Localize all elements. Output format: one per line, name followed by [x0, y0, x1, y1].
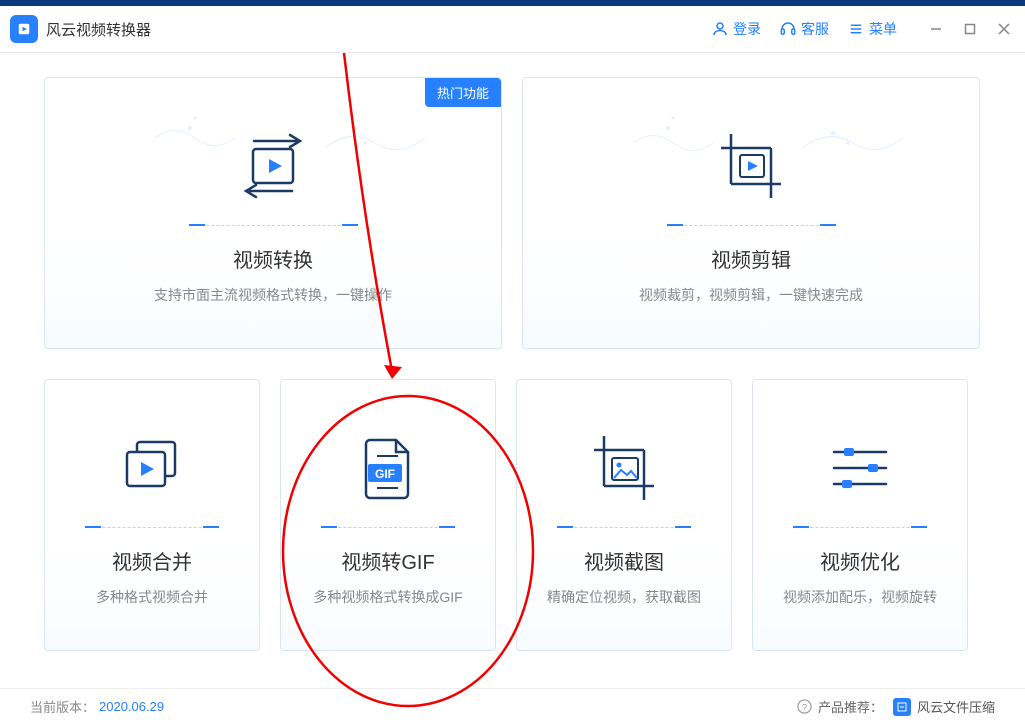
login-label: 登录 — [733, 19, 761, 39]
service-button[interactable]: 客服 — [779, 19, 829, 39]
screenshot-icon — [588, 423, 660, 513]
user-icon — [711, 20, 729, 38]
app-title: 风云视频转换器 — [46, 19, 151, 40]
optimize-icon — [828, 423, 892, 513]
card-video-gif[interactable]: GIF 视频转GIF 多种视频格式转换成GIF — [280, 379, 496, 651]
maximize-icon — [964, 23, 976, 35]
minimize-button[interactable] — [925, 18, 947, 40]
gif-icon: GIF — [360, 423, 416, 513]
menu-button[interactable]: 菜单 — [847, 19, 897, 39]
close-icon — [998, 23, 1010, 35]
recommend-app-name[interactable]: 风云文件压缩 — [917, 697, 995, 716]
card-divider — [669, 225, 834, 226]
card-desc: 多种格式视频合并 — [96, 587, 208, 607]
convert-icon — [242, 121, 304, 211]
footer-right: ? 产品推荐： 风云文件压缩 — [797, 697, 995, 716]
service-label: 客服 — [801, 19, 829, 39]
menu-icon — [847, 20, 865, 38]
card-video-merge[interactable]: 视频合并 多种格式视频合并 — [44, 379, 260, 651]
card-divider — [323, 527, 453, 528]
card-title: 视频转GIF — [341, 546, 434, 575]
maximize-button[interactable] — [959, 18, 981, 40]
minimize-icon — [930, 23, 942, 35]
recommend-app-icon — [893, 698, 911, 716]
svg-text:?: ? — [802, 702, 807, 712]
info-icon: ? — [797, 699, 812, 714]
app-logo-icon — [10, 15, 38, 43]
card-video-optimize[interactable]: 视频优化 视频添加配乐，视频旋转 — [752, 379, 968, 651]
card-desc: 视频添加配乐，视频旋转 — [783, 587, 937, 607]
login-button[interactable]: 登录 — [711, 19, 761, 39]
content-area: 热门功能 视频转换 支持市面主流视频格式转换，一键操作 — [0, 53, 1025, 690]
version-value: 2020.06.29 — [99, 699, 164, 714]
card-divider — [795, 527, 925, 528]
card-row-2: 视频合并 多种格式视频合并 GIF 视频转GIF 多种视频格式转换成GIF — [44, 379, 981, 651]
hot-badge: 热门功能 — [425, 78, 501, 107]
menu-label: 菜单 — [869, 19, 897, 39]
svg-text:GIF: GIF — [375, 467, 395, 481]
card-desc: 支持市面主流视频格式转换，一键操作 — [154, 285, 392, 305]
card-divider — [87, 527, 217, 528]
card-desc: 精确定位视频，获取截图 — [547, 587, 701, 607]
card-title: 视频转换 — [233, 244, 313, 273]
headset-icon — [779, 20, 797, 38]
version-label: 当前版本： — [30, 697, 95, 716]
card-row-1: 热门功能 视频转换 支持市面主流视频格式转换，一键操作 — [44, 77, 981, 349]
card-video-edit[interactable]: 视频剪辑 视频裁剪，视频剪辑，一键快速完成 — [522, 77, 980, 349]
titlebar: 风云视频转换器 登录 客服 菜单 — [0, 6, 1025, 53]
footer-bar: 当前版本： 2020.06.29 ? 产品推荐： 风云文件压缩 — [0, 688, 1025, 724]
window-controls — [925, 18, 1015, 40]
merge-icon — [121, 423, 183, 513]
crop-icon — [715, 121, 787, 211]
card-video-convert[interactable]: 热门功能 视频转换 支持市面主流视频格式转换，一键操作 — [44, 77, 502, 349]
card-video-screenshot[interactable]: 视频截图 精确定位视频，获取截图 — [516, 379, 732, 651]
recommend-label: 产品推荐： — [818, 697, 883, 716]
card-divider — [559, 527, 689, 528]
close-button[interactable] — [993, 18, 1015, 40]
card-desc: 视频裁剪，视频剪辑，一键快速完成 — [639, 285, 863, 305]
card-title: 视频优化 — [820, 546, 900, 575]
card-desc: 多种视频格式转换成GIF — [313, 587, 462, 607]
card-title: 视频截图 — [584, 546, 664, 575]
card-title: 视频剪辑 — [711, 244, 791, 273]
titlebar-actions: 登录 客服 菜单 — [711, 18, 1015, 40]
card-title: 视频合并 — [112, 546, 192, 575]
card-divider — [191, 225, 356, 226]
